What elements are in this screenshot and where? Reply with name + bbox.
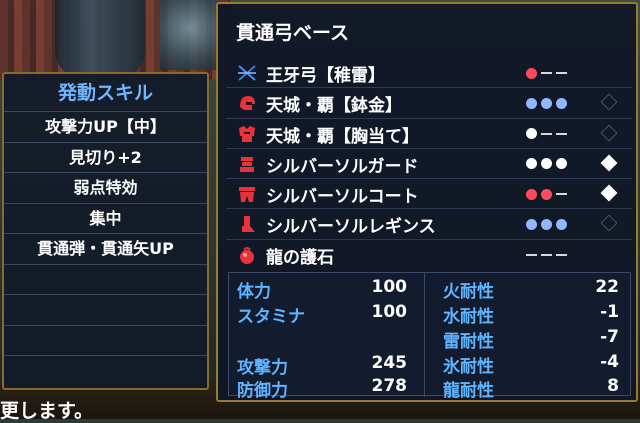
skill-empty-row <box>4 326 207 356</box>
slot-empty-icon <box>541 132 552 135</box>
skill-item[interactable]: 弱点特効 <box>4 173 207 204</box>
skill-empty-row <box>4 295 207 326</box>
equipment-row-chest[interactable]: 天城・覇【胸当て】 <box>226 119 632 149</box>
decoration-diamond-icon <box>600 154 618 172</box>
slot-filled-icon <box>541 218 552 230</box>
equipment-set-panel: 貫通弓ベース 王牙弓【稚雷】 天城・覇【鉢金】 天城・覇【胸当て】 シルバーソル… <box>216 2 638 402</box>
slot-empty-icon <box>556 193 567 196</box>
equipment-row-talisman[interactable]: 龍の護石 <box>226 240 632 270</box>
equipment-name: 龍の護石 <box>266 247 334 268</box>
health-value: 100 <box>371 277 408 297</box>
equipment-name: 天城・覇【胸当て】 <box>266 126 419 147</box>
slot-filled-icon <box>541 158 552 170</box>
slot-filled-icon <box>541 188 552 200</box>
equipment-row-waist[interactable]: シルバーソルコート <box>226 179 632 210</box>
active-skills-panel: 発動スキル 攻撃力UP【中】 見切り+2 弱点特効 集中 貫通弾・貫通矢UP <box>2 72 209 390</box>
equipment-row-legs[interactable]: シルバーソルレギンス <box>226 209 632 240</box>
decoration-diamond-icon <box>600 214 618 232</box>
slot-filled-icon <box>526 67 537 79</box>
slot-empty-icon <box>526 253 537 256</box>
attack-label: 攻撃力 <box>237 358 288 378</box>
equipment-row-weapon[interactable]: 王牙弓【稚雷】 <box>226 58 632 89</box>
background-pillar <box>55 0 145 80</box>
health-label: 体力 <box>237 282 271 302</box>
skill-empty-row <box>4 265 207 295</box>
slot-filled-icon <box>556 218 567 230</box>
slot-filled-icon <box>526 97 537 109</box>
skill-item[interactable]: 集中 <box>4 204 207 234</box>
decoration-diamond-icon <box>600 93 618 111</box>
decoration-diamond-icon <box>600 124 618 142</box>
skill-empty-row <box>4 356 207 387</box>
active-skills-title: 発動スキル <box>4 74 207 112</box>
water-resistance-value: -1 <box>600 302 619 322</box>
defense-label: 防御力 <box>237 381 288 401</box>
ice-resistance-value: -4 <box>600 352 619 372</box>
slot-empty-icon <box>556 72 567 74</box>
waist-armor-icon <box>239 187 255 203</box>
slot-empty-icon <box>541 72 552 74</box>
dragon-resistance-value: 8 <box>607 376 619 396</box>
ice-resistance-label: 氷耐性 <box>443 357 494 377</box>
slot-filled-icon <box>526 188 537 200</box>
skill-item[interactable]: 攻撃力UP【中】 <box>4 112 207 143</box>
thunder-resistance-label: 雷耐性 <box>443 332 494 352</box>
slot-empty-icon <box>541 253 552 256</box>
equipment-name: シルバーソルレギンス <box>266 217 436 238</box>
equipment-list: 王牙弓【稚雷】 天城・覇【鉢金】 天城・覇【胸当て】 シルバーソルガード シルバ… <box>226 58 632 270</box>
water-resistance-label: 水耐性 <box>443 307 494 327</box>
equipment-set-title: 貫通弓ベース <box>236 22 350 44</box>
slot-filled-icon <box>556 158 567 170</box>
equipment-name: シルバーソルガード <box>266 156 419 177</box>
equipment-row-head[interactable]: 天城・覇【鉢金】 <box>226 88 632 119</box>
decoration-slots <box>526 65 586 81</box>
stamina-value: 100 <box>371 302 408 322</box>
slot-filled-icon <box>541 97 552 109</box>
slot-empty-icon <box>556 253 567 256</box>
stamina-label: スタミナ <box>237 307 305 327</box>
decoration-slots <box>526 247 586 263</box>
dragon-resistance-label: 龍耐性 <box>443 381 494 401</box>
slot-filled-icon <box>526 128 537 140</box>
thunder-resistance-value: -7 <box>600 327 619 347</box>
equipment-name: シルバーソルコート <box>266 187 419 208</box>
defense-value: 278 <box>371 376 408 396</box>
chest-armor-icon <box>239 125 255 142</box>
equipment-name: 王牙弓【稚雷】 <box>266 66 385 86</box>
leg-armor-icon <box>242 216 255 233</box>
slot-empty-icon <box>556 132 567 135</box>
skill-item[interactable]: 貫通弾・貫通矢UP <box>4 234 207 265</box>
decoration-diamond-icon <box>600 184 618 202</box>
decoration-slots <box>526 156 586 172</box>
decoration-slots <box>526 216 586 232</box>
decoration-slots <box>526 126 586 142</box>
equipment-row-arms[interactable]: シルバーソルガード <box>226 149 632 180</box>
fire-resistance-label: 火耐性 <box>443 282 494 302</box>
slot-filled-icon <box>556 97 567 109</box>
arm-armor-icon <box>240 156 254 172</box>
equipment-name: 天城・覇【鉢金】 <box>266 96 402 117</box>
helmet-icon <box>240 96 255 111</box>
slot-filled-icon <box>526 158 537 170</box>
decoration-slots <box>526 186 586 202</box>
slot-filled-icon <box>526 218 537 230</box>
decoration-slots <box>526 95 586 111</box>
background-lamp <box>160 0 220 70</box>
attack-value: 245 <box>371 353 408 373</box>
bow-icon <box>238 65 256 81</box>
stats-divider <box>424 273 425 397</box>
talisman-icon <box>240 246 254 264</box>
skill-item[interactable]: 見切り+2 <box>4 143 207 173</box>
fire-resistance-value: 22 <box>595 277 619 297</box>
stats-box: 体力 100 スタミナ 100 攻撃力 245 防御力 278 火耐性 22 水… <box>228 272 631 401</box>
